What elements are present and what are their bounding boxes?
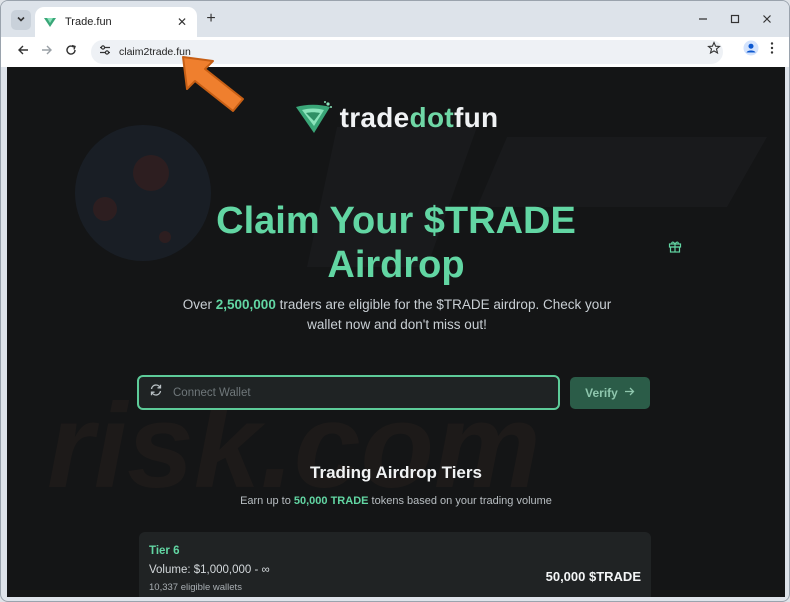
refresh-icon [149,383,163,402]
forward-arrow-icon [41,43,53,61]
tiers-sub-amount: 50,000 TRADE [293,495,369,507]
browser-window: Trade.fun ✕ + claim2trade.fun risk.com t… [0,0,790,602]
chevron-down-icon [16,11,26,29]
profile-icon[interactable] [743,40,759,61]
verify-button[interactable]: Verify [570,377,650,409]
window-controls [689,9,781,29]
close-window-button[interactable] [753,9,781,29]
maximize-button[interactable] [721,9,749,29]
tier-reward-amount: 50,000 $TRADE [545,569,641,584]
star-icon[interactable] [707,41,721,60]
tab-strip: Trade.fun ✕ + [1,1,789,37]
tiers-sub-before: Earn up to [240,495,294,507]
forward-button[interactable] [35,40,59,64]
arrow-right-icon [624,386,635,400]
hero-sub-count: 2,500,000 [215,297,276,312]
reload-button[interactable] [59,40,83,64]
reload-icon [65,43,77,61]
trade-logo-icon [295,101,332,133]
tab-active[interactable]: Trade.fun ✕ [35,7,197,37]
tier-card: Tier 6 Volume: $1,000,000 - ∞ 10,337 eli… [139,532,651,597]
trade-favicon-icon [43,15,57,29]
browser-toolbar: claim2trade.fun [1,37,789,67]
toolbar-actions [707,40,779,61]
tune-icon[interactable] [99,43,111,61]
logo-wordmark: tradedotfun [340,102,499,134]
back-arrow-icon [17,43,29,61]
pointer-arrow-icon [182,56,244,112]
tab-title: Trade.fun [65,16,112,28]
tier-wallet-count: 10,337 eligible wallets [149,582,242,593]
tiers-subtitle: Earn up to 50,000 TRADE tokens based on … [7,495,785,507]
kebab-menu-icon[interactable] [765,41,779,60]
logo-dot: dot [409,102,454,133]
hero-subtitle: Over 2,500,000 traders are eligible for … [167,295,627,335]
tiers-title: Trading Airdrop Tiers [310,463,482,482]
logo-fun: fun [453,102,499,133]
wallet-address-input[interactable] [173,386,548,399]
verify-label: Verify [585,386,618,400]
tier-name: Tier 6 [149,545,180,557]
logo-trade: trade [339,102,410,133]
hero-sub-after: traders are eligible for the $TRADE aird… [275,297,612,332]
close-tab-icon[interactable]: ✕ [175,15,189,29]
page-viewport: risk.com tradedotfun Claim Your $TRADE A… [7,67,785,597]
tiers-sub-after: tokens based on your trading volume [368,495,552,507]
site-logo[interactable]: tradedotfun [7,101,785,135]
minimize-button[interactable] [689,9,717,29]
new-tab-icon[interactable]: + [203,10,219,27]
tier-volume: Volume: $1,000,000 - ∞ [149,564,270,576]
gift-icon [668,239,682,258]
hero-sub-before: Over [182,297,216,312]
hero-title-line1: Claim Your $TRADE [216,200,576,242]
wallet-input-wrapper[interactable] [137,375,560,410]
tab-search-button[interactable] [11,10,31,30]
back-button[interactable] [11,40,35,64]
